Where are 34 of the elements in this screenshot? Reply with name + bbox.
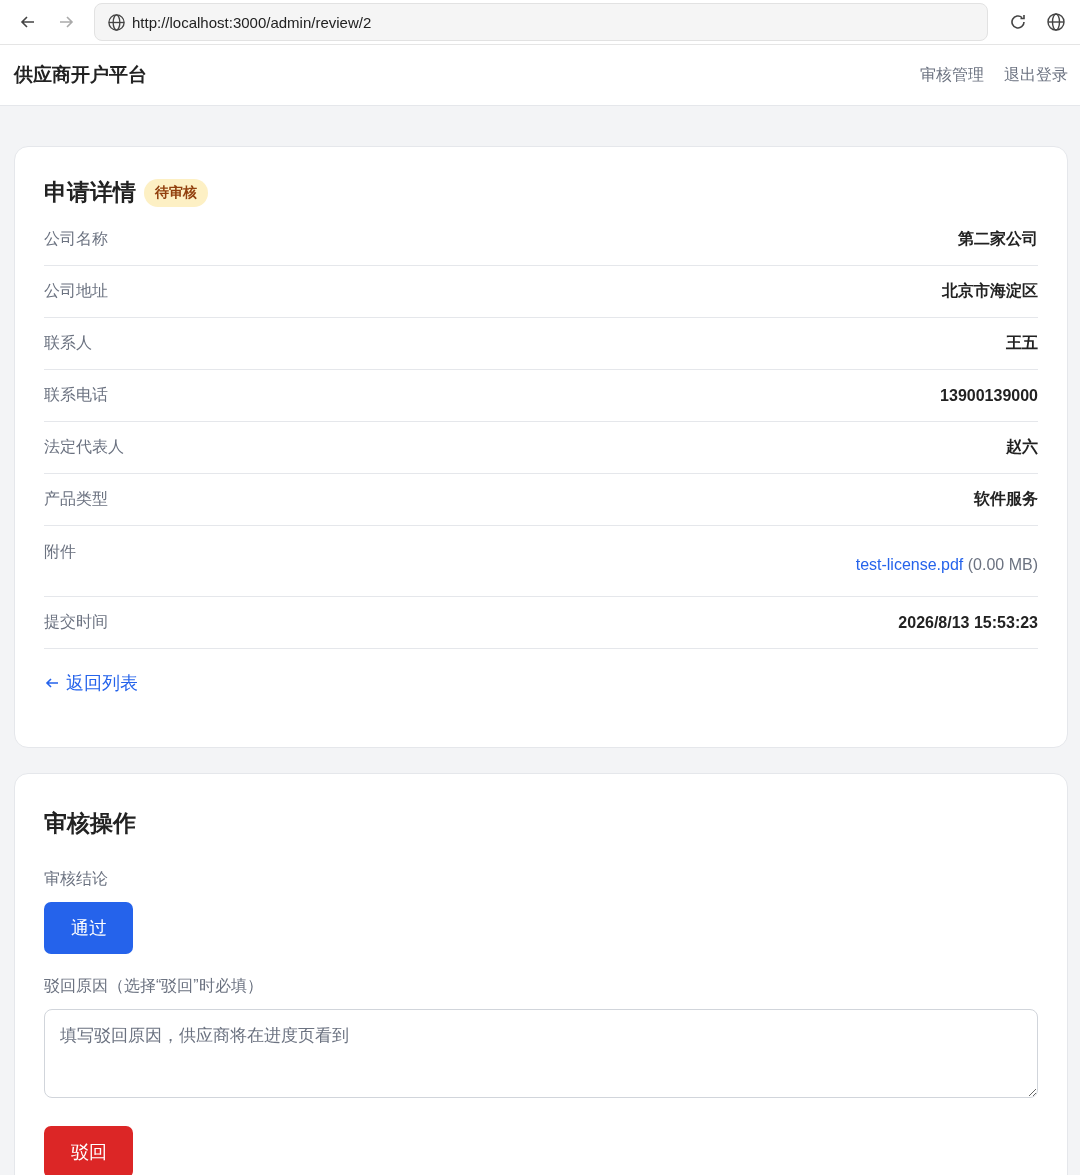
reject-button[interactable]: 驳回 (44, 1126, 133, 1175)
globe-icon (107, 12, 126, 32)
reason-field[interactable]: 填写驳回原因，供应商将在进度页看到 (44, 1009, 1038, 1098)
reload-icon[interactable] (1008, 12, 1028, 32)
approve-button[interactable]: 通过 (44, 902, 133, 954)
url-text: http://localhost:3000/admin/review/2 (132, 13, 372, 31)
field-label: 附件 (44, 542, 76, 562)
file-link[interactable]: test-license.pdf (855, 556, 964, 573)
file-size: (0.00 MB) (967, 556, 1038, 573)
field-label: 提交时间 (44, 612, 108, 632)
field-value: 第二家公司 (958, 229, 1038, 249)
field-value: 北京市海淀区 (942, 281, 1038, 301)
field-label: 联系电话 (44, 385, 108, 405)
field-label: 联系人 (44, 333, 92, 353)
status-badge: 待审核 (144, 178, 208, 207)
field-label: 法定代表人 (44, 437, 124, 457)
field-label: 公司地址 (44, 281, 108, 301)
nav-link[interactable]: 审核管理 (920, 64, 984, 86)
nav-link[interactable]: 退出登录 (1004, 64, 1068, 86)
address-bar[interactable]: http://localhost:3000/admin/review/2 (94, 3, 988, 41)
globe-icon[interactable] (1046, 12, 1066, 32)
field-label: 驳回原因（选择“驳回”时必填） (44, 976, 264, 996)
section-title: 申请详情 (44, 178, 136, 207)
field-value: 王五 (1006, 333, 1038, 353)
field-value: 赵六 (1006, 437, 1038, 457)
back-link[interactable]: 返回列表 (44, 671, 138, 695)
field-value: 软件服务 (974, 489, 1038, 509)
field-label: 审核结论 (44, 869, 109, 889)
field-value: 2026/8/13 15:53:23 (898, 613, 1038, 632)
field-label: 产品类型 (44, 489, 108, 509)
field-label: 公司名称 (44, 229, 108, 249)
section-title: 审核操作 (44, 809, 137, 838)
site-title: 供应商开户平台 (14, 63, 147, 87)
field-value: 13900139000 (940, 386, 1038, 405)
